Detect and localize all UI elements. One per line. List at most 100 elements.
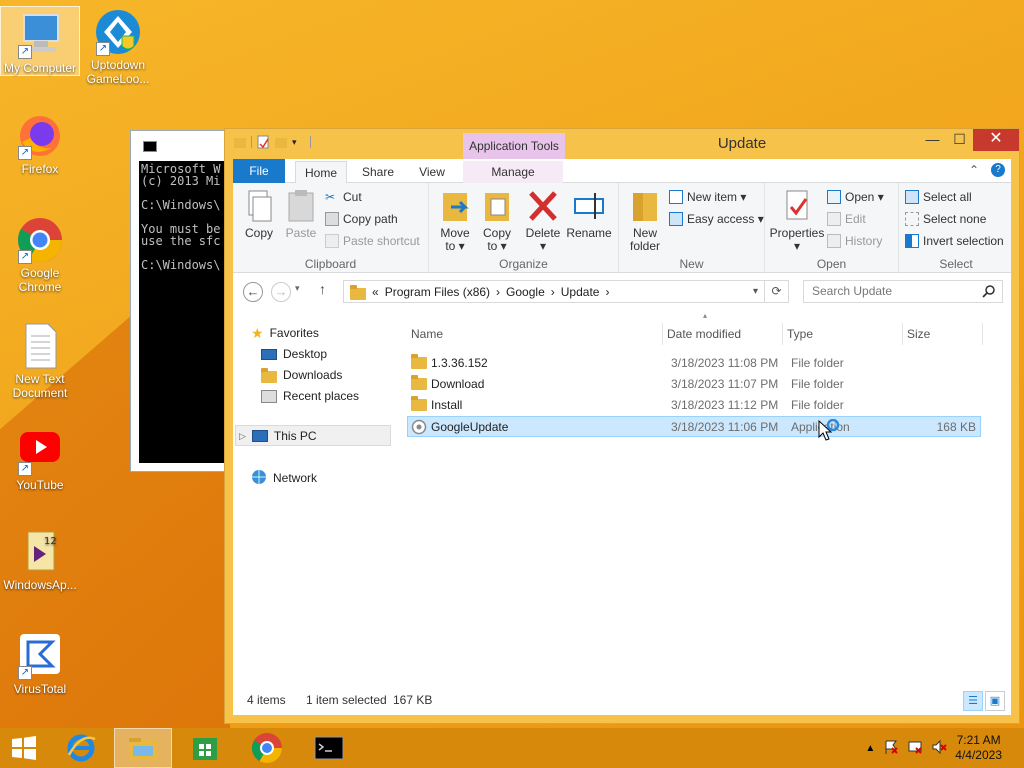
breadcrumb-program-files[interactable]: Program Files (x86) [385, 285, 490, 299]
expand-chevron-icon[interactable]: ▷ [239, 431, 246, 442]
rename-button[interactable]: Rename [565, 189, 613, 240]
breadcrumb-google[interactable]: Google [506, 285, 545, 299]
tab-manage[interactable]: Manage [463, 161, 563, 183]
new-item-button[interactable]: New item ▾ [669, 187, 746, 207]
action-center-flag-icon[interactable] [883, 739, 899, 758]
copy-to-button[interactable]: Copy to ▾ [477, 189, 517, 253]
file-row-selected[interactable]: GoogleUpdate 3/18/2023 11:06 PM Applicat… [407, 416, 981, 437]
collapse-ribbon-icon[interactable]: ⌃ [969, 163, 979, 177]
firefox-icon: ↗ [16, 112, 64, 160]
visual-studio-installer-icon: 12 [16, 528, 64, 576]
column-header-type[interactable]: Type [783, 323, 903, 345]
cut-label: Cut [343, 190, 362, 204]
move-to-icon [439, 189, 471, 223]
clock-date: 4/4/2023 [955, 748, 1002, 762]
new-folder-button[interactable]: New folder [625, 189, 665, 253]
breadcrumb-separator-icon[interactable]: › [551, 285, 555, 299]
taskbar-chrome[interactable] [238, 728, 296, 768]
file-row[interactable]: Download 3/18/2023 11:07 PM File folder [407, 374, 981, 395]
nav-downloads[interactable]: Downloads [261, 365, 342, 385]
desktop-icon-youtube[interactable]: ↗ YouTube [0, 428, 80, 492]
file-row[interactable]: 1.3.36.152 3/18/2023 11:08 PM File folde… [407, 353, 981, 374]
show-hidden-icons-icon[interactable]: ▲ [865, 743, 875, 754]
edit-button[interactable]: Edit [827, 209, 866, 229]
new-folder-label: New folder [629, 226, 661, 253]
close-button[interactable]: ✕ [973, 129, 1019, 151]
desktop-icon-new-text-document[interactable]: New Text Document [0, 322, 80, 400]
taskbar-file-explorer[interactable] [114, 728, 172, 768]
invert-selection-button[interactable]: Invert selection [905, 231, 1004, 251]
copy-path-button[interactable]: Copy path [325, 209, 398, 229]
forward-button[interactable]: → [271, 282, 291, 302]
nav-recent-places[interactable]: Recent places [261, 386, 359, 406]
open-icon [827, 190, 841, 204]
paste-button[interactable]: Paste [281, 189, 321, 240]
address-overflow[interactable]: « [372, 285, 379, 299]
desktop-icon-windowsapp[interactable]: 12 WindowsAp... [0, 528, 80, 592]
paste-label: Paste [285, 226, 317, 240]
easy-access-button[interactable]: Easy access ▾ [669, 209, 764, 229]
nav-desktop-label: Desktop [283, 347, 328, 361]
breadcrumb-separator-icon[interactable]: › [496, 285, 500, 299]
file-name: GoogleUpdate [431, 420, 509, 434]
cmd-icon [143, 140, 157, 152]
nav-this-pc[interactable]: ▷ This PC [239, 426, 317, 446]
large-icons-view-button[interactable]: ▣ [985, 691, 1005, 711]
move-to-button[interactable]: Move to ▾ [435, 189, 475, 253]
nav-favorites[interactable]: ★ Favorites [251, 323, 319, 343]
minimize-button[interactable]: — [919, 129, 946, 151]
select-all-button[interactable]: Select all [905, 187, 972, 207]
clock[interactable]: 7:21 AM 4/4/2023 [955, 733, 1002, 763]
explorer-title-bar[interactable]: ▾ Application Tools Update — ☐ ✕ [225, 129, 1019, 159]
tab-view[interactable]: View [411, 161, 453, 183]
maximize-button[interactable]: ☐ [946, 129, 973, 151]
copy-to-label: Copy to ▾ [482, 226, 511, 253]
file-explorer-window[interactable]: ▾ Application Tools Update — ☐ ✕ File Ho… [224, 128, 1020, 724]
breadcrumb-update[interactable]: Update [561, 285, 600, 299]
open-button[interactable]: Open ▾ [827, 187, 884, 207]
cmd-title-bar[interactable] [131, 131, 239, 161]
paste-shortcut-button[interactable]: Paste shortcut [325, 231, 420, 251]
properties-button[interactable]: Properties ▾ [769, 189, 825, 253]
help-icon[interactable]: ? [991, 163, 1005, 177]
file-row[interactable]: Install 3/18/2023 11:12 PM File folder [407, 395, 981, 416]
taskbar-store[interactable] [176, 728, 234, 768]
desktop-icon-uptodown[interactable]: ↗ Uptodown GameLoo... [78, 8, 158, 86]
start-button[interactable] [0, 728, 48, 768]
tab-home[interactable]: Home [295, 161, 347, 183]
desktop-icon-my-computer[interactable]: ↗ My Computer [0, 6, 80, 76]
refresh-button[interactable]: ⟳ [765, 280, 789, 303]
history-button[interactable]: History [827, 231, 882, 251]
nav-desktop[interactable]: Desktop [261, 344, 327, 364]
network-status-icon[interactable] [907, 739, 923, 758]
recent-locations-chevron-icon[interactable]: ▾ [295, 283, 300, 294]
delete-button[interactable]: Delete ▾ [523, 189, 563, 253]
tab-share[interactable]: Share [353, 161, 403, 183]
cut-button[interactable]: ✂ Cut [325, 187, 362, 207]
select-none-button[interactable]: Select none [905, 209, 986, 229]
column-header-size[interactable]: Size [903, 323, 983, 345]
desktop-icon-chrome[interactable]: ↗ Google Chrome [0, 216, 80, 294]
invert-selection-icon [905, 234, 919, 248]
search-input[interactable]: Search Update [803, 280, 1003, 303]
taskbar-internet-explorer[interactable] [52, 728, 110, 768]
chrome-icon [251, 733, 282, 764]
details-view-button[interactable]: ☰ [963, 691, 983, 711]
nav-network[interactable]: Network [251, 468, 317, 488]
desktop-icon-virustotal[interactable]: ↗ VirusTotal [0, 632, 80, 696]
address-dropdown-icon[interactable]: ▾ [753, 286, 758, 297]
copy-button[interactable]: Copy [241, 189, 277, 240]
desktop-icon-label: Google Chrome [18, 266, 62, 294]
nav-favorites-label: Favorites [269, 326, 319, 340]
history-label: History [845, 234, 883, 248]
tab-file[interactable]: File [233, 159, 285, 183]
up-arrow-icon[interactable]: ↑ [319, 281, 326, 297]
volume-muted-icon[interactable] [931, 739, 947, 758]
column-header-name[interactable]: Name [407, 323, 663, 345]
taskbar-command-prompt[interactable] [300, 728, 358, 768]
desktop-icon-firefox[interactable]: ↗ Firefox [0, 112, 80, 176]
back-button[interactable]: ← [243, 282, 263, 302]
column-header-date[interactable]: Date modified [663, 323, 783, 345]
address-bar[interactable]: « Program Files (x86) › Google › Update … [343, 280, 765, 303]
breadcrumb-separator-icon[interactable]: › [605, 285, 609, 299]
